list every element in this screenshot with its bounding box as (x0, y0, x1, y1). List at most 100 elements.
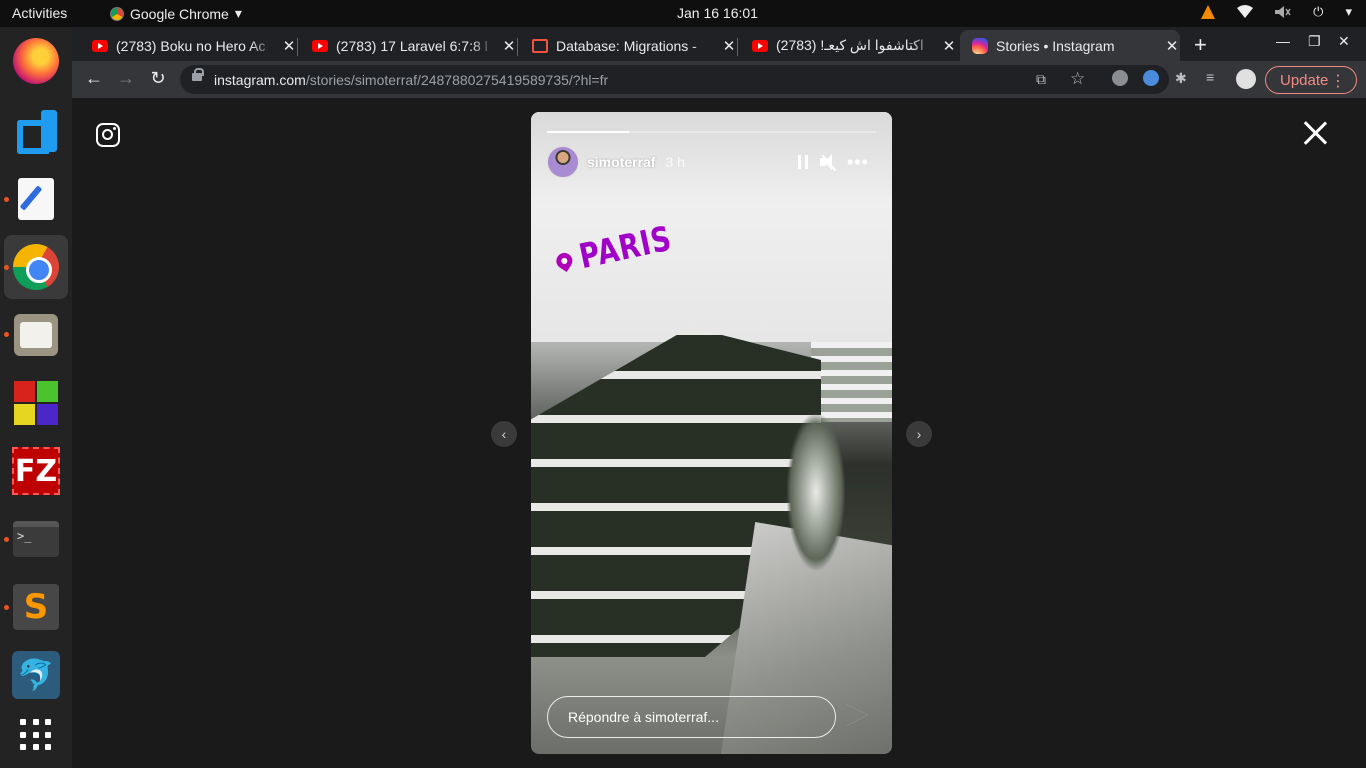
tab-strip: (2783) Boku no Hero Ac ✕ (2783) 17 Larav… (72, 27, 1366, 61)
update-button[interactable]: Update ⋮ (1265, 66, 1357, 94)
filezilla-icon: FZ (12, 447, 60, 495)
clock[interactable]: Jan 16 16:01 (677, 5, 758, 21)
update-label: Update (1280, 71, 1329, 89)
dock-chrome[interactable] (4, 235, 68, 299)
running-indicator (4, 265, 9, 270)
tab-close-button[interactable]: ✕ (281, 37, 297, 55)
mute-icon[interactable] (820, 154, 838, 172)
tab-title: Stories • Instagram (996, 37, 1115, 54)
story-card[interactable]: simoterraf 3 h ••• PARIS Répondre à simo… (531, 112, 892, 754)
puzzle-icon[interactable]: ✱ (1175, 70, 1187, 87)
tab-close-button[interactable]: ✕ (721, 37, 737, 55)
dock-files[interactable] (12, 311, 60, 359)
dock: FZ >_ S 🐬 (0, 27, 72, 768)
youtube-icon (752, 39, 768, 52)
tab-title: (2783) !اكتاشفوا اش كيعـ (776, 37, 924, 53)
tab-youtube-arabic[interactable]: (2783) !اكتاشفوا اش كيعـ ✕ (742, 30, 957, 61)
dock-terminal[interactable]: >_ (12, 515, 60, 563)
tab-title: Database: Migrations - (556, 37, 697, 54)
vscode-icon (15, 110, 57, 154)
reply-placeholder: Répondre à simoterraf... (568, 709, 719, 725)
tab-title: (2783) Boku no Hero Ac (116, 37, 266, 54)
story-username[interactable]: simoterraf (587, 154, 655, 170)
next-story-button[interactable]: › (906, 421, 932, 447)
address-bar[interactable]: instagram.com/stories/simoterraf/2487880… (180, 65, 1169, 94)
volume-icon (1275, 6, 1291, 18)
reload-button[interactable]: ↻ (146, 68, 170, 89)
lock-icon[interactable] (192, 68, 204, 81)
dock-blocks-game[interactable] (12, 379, 60, 427)
close-icon[interactable] (1302, 120, 1328, 146)
tab-title: (2783) 17 Laravel 6:7:8 l (336, 37, 488, 54)
dock-sublime-text[interactable]: S (12, 583, 60, 631)
activities-button[interactable]: Activities (12, 5, 67, 21)
terminal-icon: >_ (13, 521, 59, 557)
dock-mysql-workbench[interactable]: 🐬 (12, 651, 60, 699)
dock-filezilla[interactable]: FZ (12, 447, 60, 495)
dock-vscode[interactable] (12, 107, 60, 155)
system-tray[interactable]: ⏻ ▾ (1201, 4, 1352, 20)
close-window-button[interactable]: ✕ (1338, 33, 1350, 50)
instagram-logo-icon[interactable] (96, 123, 120, 147)
youtube-icon (92, 39, 108, 52)
running-indicator (4, 537, 9, 542)
tab-close-button[interactable]: ✕ (501, 37, 517, 55)
translate-icon[interactable]: ⧉ (1036, 71, 1046, 88)
mysql-workbench-icon: 🐬 (12, 651, 60, 699)
chevron-down-icon: ▾ (1345, 4, 1352, 19)
send-icon[interactable] (846, 704, 870, 726)
dock-text-editor[interactable] (12, 175, 60, 223)
tab-close-button[interactable]: ✕ (941, 37, 957, 55)
app-menu[interactable]: Google Chrome ▾ (110, 5, 242, 22)
show-applications-button[interactable] (12, 711, 60, 759)
instagram-icon (972, 37, 988, 54)
vlc-icon[interactable] (1201, 5, 1216, 19)
menu-dots-icon[interactable]: ⋮ (1330, 71, 1346, 91)
tab-youtube-laravel[interactable]: (2783) 17 Laravel 6:7:8 l ✕ (302, 30, 517, 61)
chevron-down-icon: ▾ (234, 5, 242, 21)
running-indicator (4, 197, 9, 202)
avatar[interactable] (547, 146, 579, 178)
tab-laravel-docs[interactable]: Database: Migrations - ✕ (522, 30, 737, 61)
pause-icon[interactable] (798, 155, 808, 169)
story-image-building (811, 342, 892, 422)
tab-separator (517, 38, 518, 56)
story-progress-bar (547, 131, 876, 133)
new-tab-button[interactable]: + (1194, 32, 1207, 58)
power-icon: ⏻ (1313, 4, 1324, 19)
profile-avatar-icon[interactable] (1236, 69, 1256, 89)
tab-instagram-stories[interactable]: Stories • Instagram ✕ (960, 30, 1180, 61)
wifi-icon (1237, 5, 1254, 18)
firefox-icon (13, 38, 59, 84)
system-top-bar: Activities Google Chrome ▾ Jan 16 16:01 … (0, 0, 1366, 27)
more-options-icon[interactable]: ••• (847, 152, 869, 173)
files-icon (14, 314, 58, 356)
media-control-icon[interactable]: ≡ (1206, 69, 1214, 85)
story-viewer: ‹ › simoterraf 3 h ••• PARIS Répondre à … (72, 98, 1366, 768)
app-grid-icon (20, 719, 52, 751)
story-image-tree (786, 412, 846, 572)
sublime-text-icon: S (13, 584, 59, 630)
story-header: simoterraf 3 h ••• (547, 146, 876, 178)
chrome-icon (13, 244, 59, 290)
reply-input[interactable]: Répondre à simoterraf... (547, 696, 836, 738)
forward-button[interactable]: → (114, 68, 138, 89)
maximize-button[interactable]: ❐ (1308, 33, 1321, 50)
tab-separator (737, 38, 738, 56)
running-indicator (4, 605, 9, 610)
tab-separator (297, 38, 298, 56)
extension-icon[interactable] (1112, 70, 1128, 86)
url-host: instagram.com (214, 71, 306, 88)
tab-youtube-boku[interactable]: (2783) Boku no Hero Ac ✕ (82, 30, 297, 61)
url-path: /stories/simoterraf/2487880275419589735/… (305, 71, 609, 88)
text-editor-icon (18, 178, 54, 220)
bookmark-star-icon[interactable]: ☆ (1070, 69, 1085, 89)
extension-icon[interactable] (1143, 70, 1159, 86)
minimize-button[interactable]: — (1276, 33, 1290, 49)
laravel-icon (532, 38, 548, 53)
story-progress-fill (547, 131, 630, 133)
previous-story-button[interactable]: ‹ (491, 421, 517, 447)
back-button[interactable]: ← (82, 68, 106, 89)
tab-close-button[interactable]: ✕ (1164, 37, 1180, 55)
dock-firefox[interactable] (12, 37, 60, 85)
